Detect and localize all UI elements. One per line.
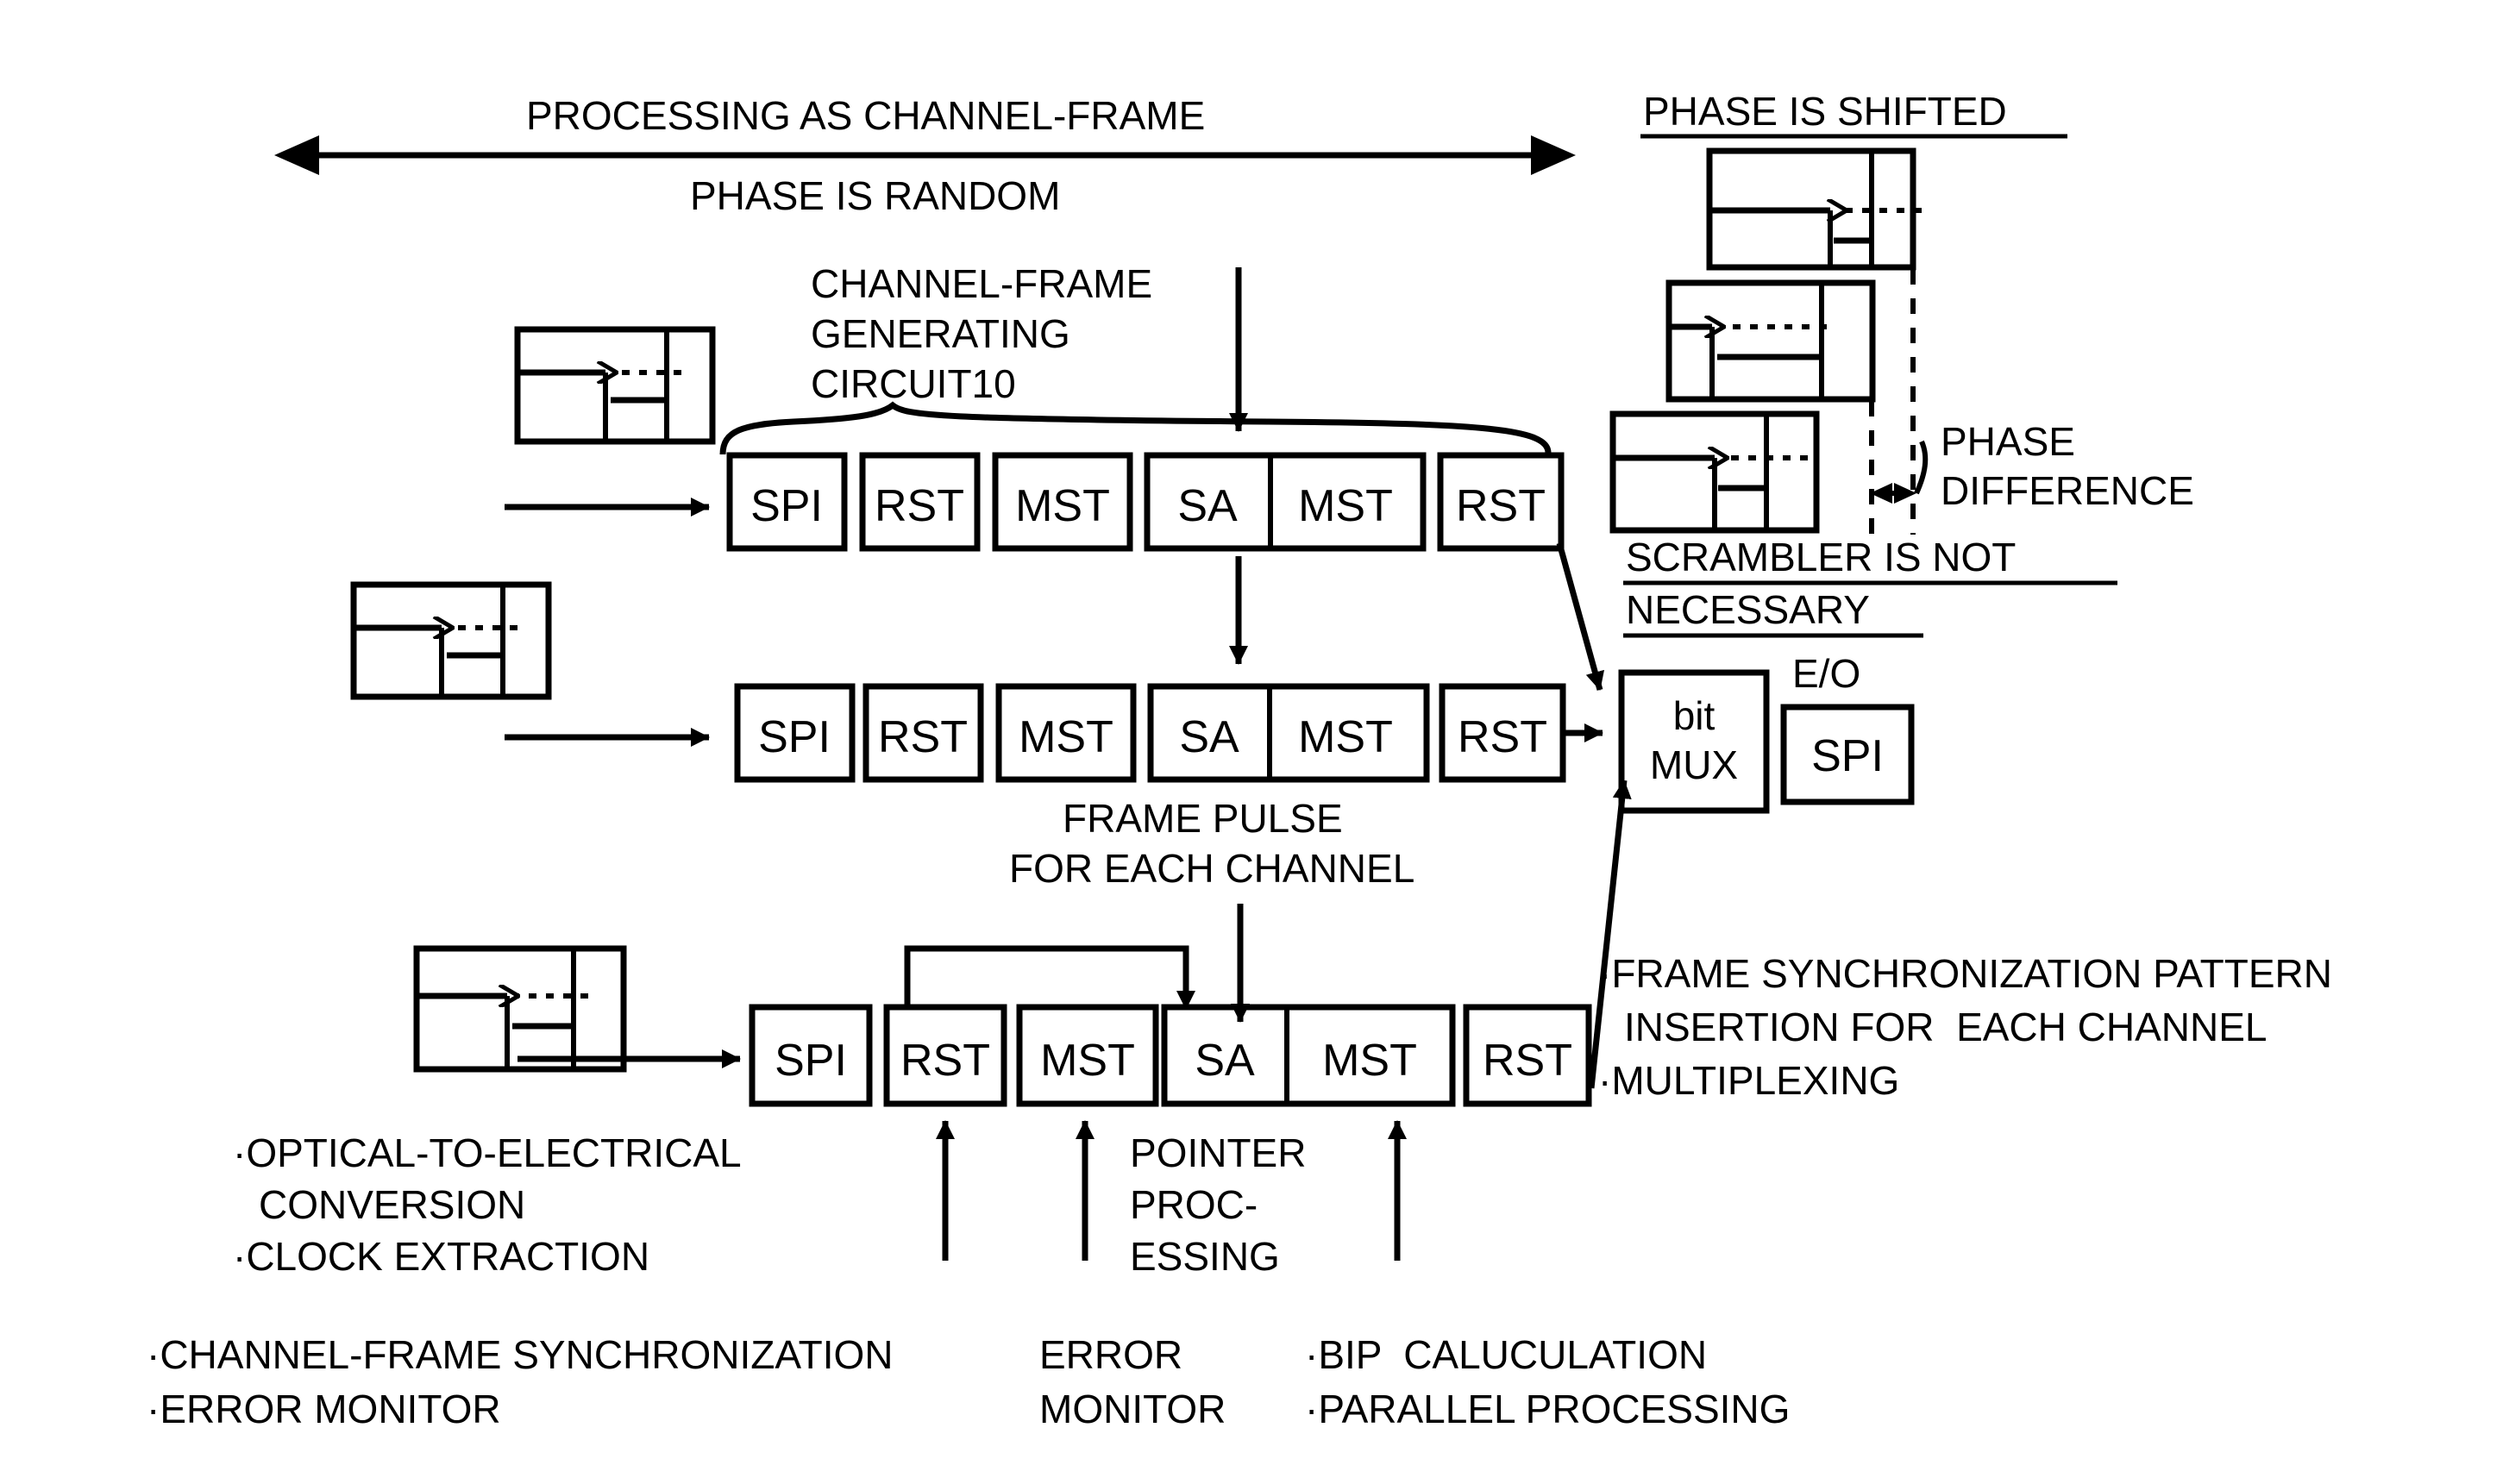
row-1-to-mux-arrow	[1556, 542, 1605, 691]
phase-frame-bottom	[1609, 410, 1820, 534]
patent-figure-svg: PROCESSING AS CHANNEL-FRAME PHASE IS RAN…	[147, 89, 2332, 1431]
block-label-row3-0: SPI	[775, 1036, 847, 1086]
row-3-frame-pictogram	[413, 945, 627, 1073]
annotation-error-line1: ERROR	[1039, 1332, 1182, 1377]
annotation-error-monitor-left: ·ERROR MONITOR	[147, 1387, 501, 1431]
label-scrambler-line1: SCRAMBLER IS NOT	[1626, 535, 2016, 579]
label-frame-pulse-line2: FOR EACH CHANNEL	[1009, 846, 1414, 891]
block-label-row1-2: MST	[1015, 481, 1110, 531]
label-phase-difference-line2: DIFFERENCE	[1941, 468, 2194, 513]
eo-spi-label: SPI	[1811, 731, 1884, 781]
bit-mux-block: bit MUX	[1618, 669, 1770, 814]
label-generating-circuit-line1: CHANNEL-FRAME	[811, 261, 1152, 306]
block-label-row2-4: MST	[1298, 712, 1393, 762]
block-label-row1-5: RST	[1456, 481, 1546, 531]
annotation-bip: ·BIP CALUCULATION	[1305, 1332, 1707, 1377]
row-1-blocks: SPI RST MST SA MST RST	[726, 452, 1565, 552]
annotation-frame-sync-pattern-line2: INSERTION FOR EACH CHANNEL	[1624, 1005, 2267, 1049]
block-label-row2-5: RST	[1458, 712, 1547, 762]
title-processing-as-channel-frame: PROCESSING AS CHANNEL-FRAME	[526, 93, 1205, 138]
label-generating-circuit-line2: GENERATING	[811, 311, 1070, 356]
annotation-multiplexing: ·MULTIPLEXING	[1598, 1058, 1899, 1103]
eo-spi-block: SPI	[1780, 704, 1915, 805]
label-phase-difference-line1: PHASE	[1941, 419, 2075, 464]
annotation-channel-frame-sync: ·CHANNEL-FRAME SYNCHRONIZATION	[147, 1332, 894, 1377]
row-3-blocks: SPI RST MST SA MST RST	[749, 1004, 1592, 1107]
generating-circuit-brace	[719, 401, 1552, 455]
annotation-pointer-line2: PROC-	[1130, 1182, 1258, 1227]
block-label-row3-2: MST	[1040, 1036, 1135, 1086]
block-label-row3-5: RST	[1483, 1036, 1572, 1086]
annotation-pointer-line3: ESSING	[1130, 1234, 1280, 1279]
annotation-clock-extraction: ·CLOCK EXTRACTION	[233, 1234, 649, 1279]
block-label-row2-2: MST	[1019, 712, 1113, 762]
phase-frame-middle	[1665, 279, 1876, 403]
phase-difference-indicator	[1870, 440, 1929, 504]
block-label-row1-1: RST	[875, 481, 964, 531]
mux-label-line2: MUX	[1650, 742, 1738, 787]
block-label-row2-1: RST	[878, 712, 968, 762]
block-label-row3-1: RST	[900, 1036, 990, 1086]
label-generating-circuit-line3: CIRCUIT10	[811, 361, 1016, 406]
phase-frame-top	[1706, 147, 1922, 271]
row-3-to-mux-arrow	[1588, 780, 1632, 1089]
annotation-parallel: ·PARALLEL PROCESSING	[1305, 1387, 1790, 1431]
row-2-blocks: SPI RST MST SA MST RST	[734, 683, 1566, 783]
label-scrambler-line2: NECESSARY	[1626, 587, 1870, 632]
row-1-frame-pictogram	[514, 326, 716, 445]
label-phase-is-shifted: PHASE IS SHIFTED	[1643, 89, 2007, 134]
mux-label-line1: bit	[1673, 693, 1716, 738]
span-double-arrow	[274, 135, 1576, 175]
annotation-error-line2: MONITOR	[1039, 1387, 1226, 1431]
block-label-row2-0: SPI	[758, 712, 831, 762]
annotation-optical-conversion-line2: CONVERSION	[259, 1182, 525, 1227]
block-label-row2-3: SA	[1179, 712, 1239, 762]
annotation-frame-sync-pattern-line1: ·FRAME SYNCHRONIZATION PATTERN	[1598, 951, 2332, 996]
block-label-row1-0: SPI	[750, 481, 823, 531]
subtitle-phase-is-random: PHASE IS RANDOM	[690, 173, 1060, 218]
row-3-feedback-loop	[904, 945, 1195, 1010]
block-label-row3-3: SA	[1195, 1036, 1255, 1086]
block-label-row1-3: SA	[1177, 481, 1238, 531]
label-eo: E/O	[1792, 651, 1860, 696]
annotation-optical-conversion-line1: ·OPTICAL-TO-ELECTRICAL	[233, 1130, 742, 1175]
label-frame-pulse-line1: FRAME PULSE	[1063, 796, 1343, 841]
annotation-pointer-line1: POINTER	[1130, 1130, 1306, 1175]
block-label-row1-4: MST	[1298, 481, 1393, 531]
row-2-frame-pictogram	[350, 581, 552, 700]
block-label-row3-4: MST	[1322, 1036, 1417, 1086]
diagram-canvas: PROCESSING AS CHANNEL-FRAME PHASE IS RAN…	[0, 0, 2509, 1484]
